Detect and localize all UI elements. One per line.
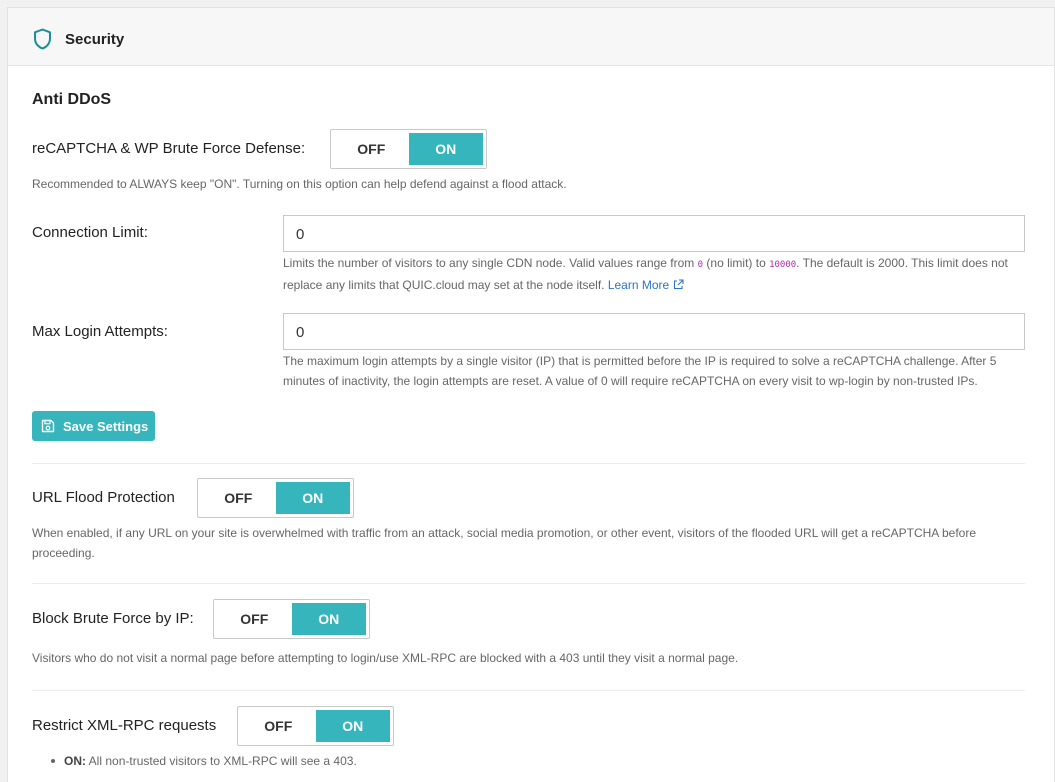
list-item: ON: All non-trusted visitors to XML-RPC … (51, 751, 357, 771)
recaptcha-description: Recommended to ALWAYS keep "ON". Turning… (32, 177, 567, 191)
max-login-description: The maximum login attempts by a single v… (283, 354, 997, 388)
floppy-disk-icon (41, 419, 55, 433)
recaptcha-toggle-off[interactable]: OFF (334, 133, 409, 165)
brute-force-ip-toggle-off[interactable]: OFF (217, 603, 292, 635)
recaptcha-toggle[interactable]: OFF ON (330, 129, 487, 169)
url-flood-description: When enabled, if any URL on your site is… (32, 526, 976, 560)
connection-limit-desc-text-2: (no limit) to (703, 256, 770, 270)
url-flood-toggle-on[interactable]: ON (275, 482, 350, 514)
shield-icon (34, 28, 51, 50)
max-login-input[interactable]: 0 (283, 313, 1025, 350)
max-login-label: Max Login Attempts: (32, 323, 168, 340)
connection-limit-desc-text-1: Limits the number of visitors to any sin… (283, 256, 698, 270)
learn-more-label: Learn More (607, 278, 670, 292)
brute-force-ip-toggle-on[interactable]: ON (291, 603, 366, 635)
connection-limit-input[interactable]: 0 (283, 215, 1025, 252)
panel-title: Security (65, 31, 125, 48)
xml-rpc-label: Restrict XML-RPC requests (32, 717, 217, 734)
url-flood-toggle[interactable]: OFF ON (197, 478, 354, 518)
code-max-value: 10000 (769, 260, 797, 270)
xml-rpc-toggle[interactable]: OFF ON (237, 706, 394, 746)
bullet-text: All non-trusted visitors to XML-RPC will… (86, 754, 357, 768)
divider (32, 690, 1025, 691)
brute-force-ip-description: Visitors who do not visit a normal page … (32, 651, 739, 665)
divider (32, 583, 1025, 584)
xml-rpc-toggle-on[interactable]: ON (315, 710, 390, 742)
divider (32, 463, 1025, 464)
connection-limit-label: Connection Limit: (32, 224, 148, 241)
learn-more-link[interactable]: Learn More (608, 278, 684, 292)
xml-rpc-toggle-off[interactable]: OFF (241, 710, 316, 742)
recaptcha-toggle-on[interactable]: ON (408, 133, 483, 165)
security-panel: Security Anti DDoS reCAPTCHA & WP Brute … (7, 7, 1055, 782)
external-link-icon (673, 279, 684, 290)
brute-force-ip-toggle[interactable]: OFF ON (213, 599, 370, 639)
recaptcha-label: reCAPTCHA & WP Brute Force Defense: (32, 140, 306, 157)
brute-force-ip-label: Block Brute Force by IP: (32, 610, 194, 627)
panel-header: Security (8, 8, 1054, 66)
save-settings-button[interactable]: Save Settings (32, 411, 155, 441)
connection-limit-description: Limits the number of visitors to any sin… (283, 253, 1028, 295)
url-flood-toggle-off[interactable]: OFF (201, 482, 276, 514)
save-settings-label: Save Settings (63, 418, 149, 434)
xml-rpc-bullet-list: ON: All non-trusted visitors to XML-RPC … (51, 751, 357, 771)
bullet-key: ON: (64, 754, 86, 768)
url-flood-label: URL Flood Protection (32, 489, 175, 506)
section-title-anti-ddos: Anti DDoS (32, 91, 112, 108)
